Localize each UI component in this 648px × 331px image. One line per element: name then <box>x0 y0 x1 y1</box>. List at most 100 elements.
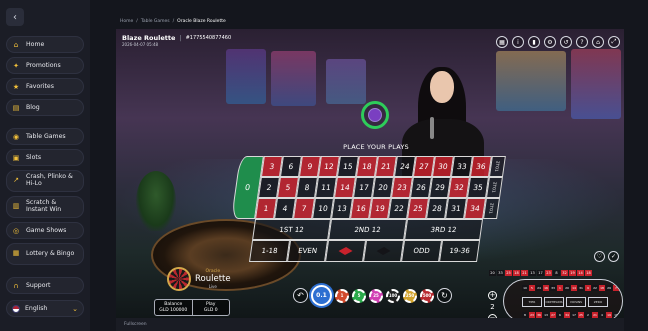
racetrack-section[interactable]: VOISINS <box>566 297 586 307</box>
fullscreen-link[interactable]: Fullscreen <box>124 322 147 327</box>
chip-100[interactable]: 100 <box>386 288 400 303</box>
app-root: ‹ ⌂ Home ✦ Promotions ★ Favorites ▤ Blog ◉ Table … <box>0 0 648 331</box>
racetrack-section[interactable]: ZERO <box>588 297 608 307</box>
home-icon[interactable]: ⌂ <box>592 36 604 48</box>
sidebar-item-scratch-instant-win[interactable]: ▥ Scratch & Instant Win <box>6 196 84 218</box>
sidebar-item-game-shows[interactable]: ◎ Game Shows <box>6 222 84 239</box>
bet-outside[interactable]: EVEN <box>287 240 329 262</box>
racetrack-number[interactable]: 22 <box>592 285 598 291</box>
chip-5[interactable]: 5 <box>352 288 366 303</box>
sidebar-item-promotions[interactable]: ✦ Promotions <box>6 57 84 74</box>
racetrack-number[interactable]: 24 <box>536 285 542 291</box>
status-message: PLACE YOUR PLAYS <box>343 143 409 151</box>
history-icon[interactable]: ↺ <box>560 36 572 48</box>
bet-dozen[interactable]: 3RD 12 <box>404 219 484 240</box>
racetrack-number[interactable]: 18 <box>599 285 605 291</box>
recent-number: 13 <box>529 270 536 276</box>
racetrack-number[interactable]: 20 <box>564 285 570 291</box>
chevron-left-icon[interactable]: ‹ <box>6 8 24 26</box>
help-icon[interactable]: ? <box>576 36 588 48</box>
racetrack-number[interactable]: 5 <box>529 285 535 291</box>
racetrack-section[interactable]: TIER <box>522 297 542 307</box>
gift-icon: ✦ <box>13 61 19 70</box>
racetrack-number[interactable]: 9 <box>585 285 591 291</box>
racetrack-number[interactable]: 14 <box>571 285 577 291</box>
racetrack-number[interactable]: 7 <box>613 285 619 291</box>
lottery-icon: ▦ <box>12 249 20 258</box>
countdown-timer <box>361 101 389 129</box>
bet-outside[interactable]: ODD <box>401 240 443 262</box>
info-icon[interactable]: i <box>512 36 524 48</box>
table-view-controls: ♡ ✓ <box>594 251 619 262</box>
chip-250[interactable]: 250 <box>403 288 417 303</box>
racetrack-number[interactable]: 1 <box>557 285 563 291</box>
sidebar-nav: ⌂ Home ✦ Promotions ★ Favorites ▤ Blog ◉ Table Ga… <box>6 36 84 317</box>
language-selector[interactable]: English ⌄ <box>6 300 84 317</box>
sidebar-item-support[interactable]: ∩ Support <box>6 277 84 294</box>
bet-column[interactable]: 2TO1 <box>483 198 500 219</box>
racetrack[interactable]: 10524163312014319221829728 TIERORPHELINS… <box>503 279 623 323</box>
sidebar-item-blog[interactable]: ▤ Blog <box>6 99 84 116</box>
racetrack-number[interactable]: 33 <box>550 285 556 291</box>
recent-number: 21 <box>521 270 528 276</box>
slots-icon: ▣ <box>12 153 20 162</box>
sidebar-item-label: Game Shows <box>26 227 67 234</box>
racetrack-number[interactable]: 16 <box>543 285 549 291</box>
lobby-icon[interactable]: ▦ <box>496 36 508 48</box>
sidebar-item-label: Home <box>26 41 45 48</box>
bet-column[interactable]: 2TO1 <box>488 156 506 177</box>
repeat-icon[interactable]: ↻ <box>437 288 452 303</box>
game-shows-icon: ◎ <box>12 226 20 235</box>
check-icon[interactable]: ✓ <box>608 251 619 262</box>
chip-500[interactable]: 500 <box>420 288 434 303</box>
chip-0.1[interactable]: 0.1 <box>311 285 332 306</box>
racetrack-number[interactable]: 10 <box>522 285 528 291</box>
breadcrumb-table-games[interactable]: Table Games <box>141 19 170 24</box>
racetrack-number[interactable]: 28 <box>620 285 622 291</box>
bet-dozen[interactable]: 1ST 12 <box>252 219 332 240</box>
breadcrumb-current: Oracle Blaze Roulette <box>177 19 226 24</box>
flag-icon <box>12 304 20 313</box>
sidebar-item-label: Favorites <box>26 83 54 90</box>
bet-outside[interactable] <box>325 240 367 262</box>
crash-icon: ↗ <box>13 176 19 185</box>
bet-outside[interactable] <box>363 240 405 262</box>
game-logo: Oracle Roulette Live <box>167 267 231 291</box>
balance-value: GLD 100000 <box>159 307 188 313</box>
bet-column[interactable]: 2TO1 <box>485 177 503 198</box>
sidebar-item-favorites[interactable]: ★ Favorites <box>6 78 84 95</box>
fullscreen-icon[interactable]: ⤢ <box>608 36 620 48</box>
chip-selector: ↶ 0.1 1 5 25 100 250 500 ↻ <box>293 285 452 306</box>
sidebar-item-label: Support <box>26 282 51 289</box>
racetrack-section[interactable]: ORPHELINS <box>544 297 564 307</box>
bet-outside[interactable]: 19-36 <box>439 240 481 262</box>
chip-1[interactable]: 1 <box>335 288 349 303</box>
slot-machine-decor <box>271 51 316 106</box>
sidebar-item-table-games[interactable]: ◉ Table Games <box>6 128 84 145</box>
sidebar-item-crash-plinko-hi-lo[interactable]: ↗ Crash, Plinko & Hi-Lo <box>6 170 84 192</box>
breadcrumb-home[interactable]: Home <box>120 19 133 24</box>
headset-icon: ∩ <box>13 281 19 290</box>
bet-dozen[interactable]: 2ND 12 <box>328 219 408 240</box>
plus-icon[interactable]: + <box>488 291 497 300</box>
round-id: #1775540877460 <box>185 35 232 41</box>
settings-icon[interactable]: ⚙ <box>544 36 556 48</box>
sidebar-item-home[interactable]: ⌂ Home <box>6 36 84 53</box>
sidebar-item-lottery-bingo[interactable]: ▦ Lottery & Bingo <box>6 243 84 265</box>
racetrack-number[interactable]: 31 <box>578 285 584 291</box>
language-label: English <box>25 305 48 312</box>
heart-icon[interactable]: ♡ <box>594 251 605 262</box>
main-content: Home / Table Games / Oracle Blaze Roulet… <box>112 0 626 331</box>
play-amount: Play GLD 0 <box>191 300 230 315</box>
bet-outside[interactable]: 1-18 <box>249 240 291 262</box>
outside-bets: 1-18 EVEN ODD 19-36 <box>249 240 481 262</box>
recent-number: 23 <box>545 270 552 276</box>
racetrack-number[interactable]: 29 <box>606 285 612 291</box>
chip-25[interactable]: 25 <box>369 288 383 303</box>
sidebar-item-slots[interactable]: ▣ Slots <box>6 149 84 166</box>
table-games-icon: ◉ <box>12 132 20 141</box>
undo-icon[interactable]: ↶ <box>293 288 308 303</box>
sidebar: ‹ ⌂ Home ✦ Promotions ★ Favorites ▤ Blog ◉ Table … <box>0 0 90 331</box>
statistics-icon[interactable]: ▮ <box>528 36 540 48</box>
